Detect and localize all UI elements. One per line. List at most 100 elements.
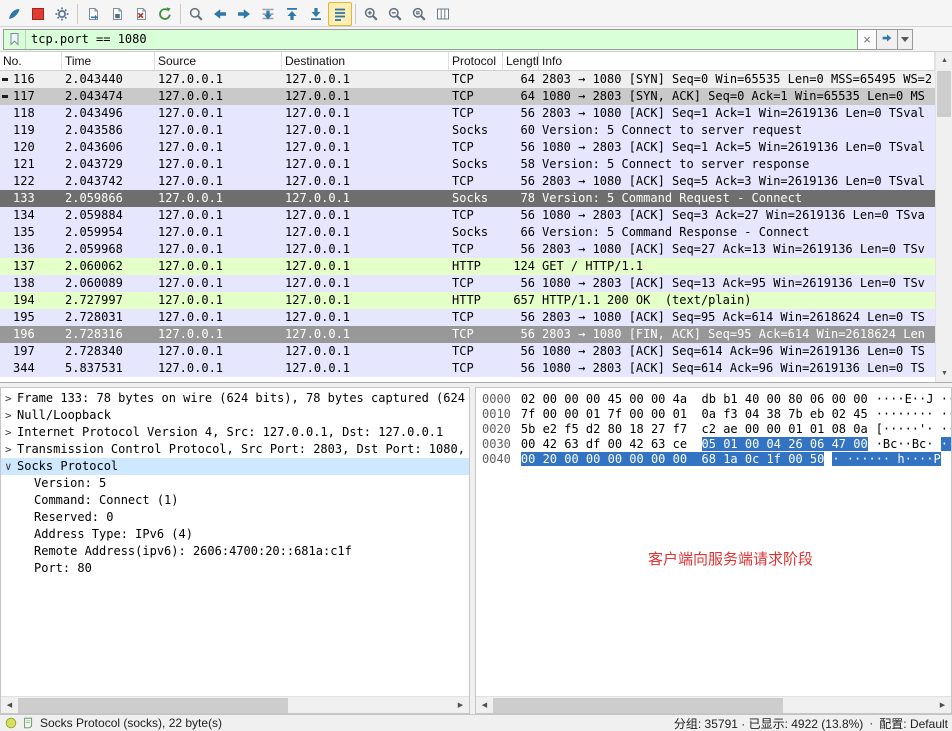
column-header-protocol[interactable]: Protocol xyxy=(449,52,503,70)
scroll-right-icon[interactable]: ▶ xyxy=(934,697,951,713)
hex-bytes: 7f 00 00 01 7f 00 00 01 0a f3 04 38 7b e… xyxy=(521,407,868,421)
cell-len: 58 xyxy=(503,156,539,173)
packet-row-135[interactable]: 1352.059954127.0.0.1127.0.0.1Socks66Vers… xyxy=(0,224,935,241)
packet-row-195[interactable]: 1952.728031127.0.0.1127.0.0.1TCP562803 →… xyxy=(0,309,935,326)
packet-row-137[interactable]: 1372.060062127.0.0.1127.0.0.1HTTP124GET … xyxy=(0,258,935,275)
filter-clear-button[interactable]: × xyxy=(858,29,877,50)
packet-row-344[interactable]: 3445.837531127.0.0.1127.0.0.1TCP561080 →… xyxy=(0,360,935,377)
packet-number: 135 xyxy=(0,224,62,241)
wireshark-window: tcp.port == 1080 × No.TimeSourceDestinat… xyxy=(0,0,952,731)
detail-line[interactable]: Port: 80 xyxy=(1,560,469,577)
find-packet-button[interactable] xyxy=(184,2,208,26)
go-last-button[interactable] xyxy=(304,2,328,26)
packet-row-196[interactable]: 1962.728316127.0.0.1127.0.0.1TCP562803 →… xyxy=(0,326,935,343)
column-header-no[interactable]: No. xyxy=(0,52,62,70)
bytes-scrollbar[interactable]: ◀ ▶ xyxy=(476,696,951,713)
scrollbar-thumb[interactable] xyxy=(937,71,951,117)
go-forward-button[interactable] xyxy=(232,2,256,26)
cell-proto: TCP xyxy=(449,139,503,156)
profile-name[interactable]: 配置: Default xyxy=(879,715,948,731)
go-first-button[interactable] xyxy=(280,2,304,26)
detail-line[interactable]: > Null/Loopback xyxy=(1,407,469,424)
details-scrollbar[interactable]: ◀ ▶ xyxy=(1,696,469,713)
open-file-button[interactable] xyxy=(81,2,105,26)
packet-row-138[interactable]: 1382.060089127.0.0.1127.0.0.1TCP561080 →… xyxy=(0,275,935,292)
detail-line[interactable]: >Frame 133: 78 bytes on wire (624 bits),… xyxy=(1,390,469,407)
column-header-source[interactable]: Source xyxy=(155,52,282,70)
capture-options-button[interactable] xyxy=(50,2,74,26)
zoom-out-button[interactable] xyxy=(383,2,407,26)
capture-comment-icon[interactable] xyxy=(22,716,36,730)
ascii-text: ····E··J ··@····· xyxy=(876,392,952,406)
collapsed-caret-icon[interactable]: > xyxy=(5,390,12,407)
packet-row-120[interactable]: 1202.043606127.0.0.1127.0.0.1TCP561080 →… xyxy=(0,139,935,156)
detail-line[interactable]: Reserved: 0 xyxy=(1,509,469,526)
cell-src: 127.0.0.1 xyxy=(155,309,282,326)
hex-row-0040[interactable]: 004000 20 00 00 00 00 00 00 68 1a 0c 1f … xyxy=(482,452,951,467)
scroll-left-icon[interactable]: ◀ xyxy=(476,697,493,713)
save-file-button[interactable] xyxy=(105,2,129,26)
detail-line[interactable]: Remote Address(ipv6): 2606:4700:20::681a… xyxy=(1,543,469,560)
expert-info-icon[interactable] xyxy=(4,716,18,730)
scroll-down-icon[interactable]: ▼ xyxy=(936,365,952,382)
scroll-right-icon[interactable]: ▶ xyxy=(452,697,469,713)
zoom-reset-button[interactable] xyxy=(407,2,431,26)
collapsed-caret-icon[interactable]: > xyxy=(5,407,12,424)
close-file-button[interactable] xyxy=(129,2,153,26)
detail-line[interactable]: Command: Connect (1) xyxy=(1,492,469,509)
detail-line[interactable]: ∨ Socks Protocol xyxy=(1,458,469,475)
packet-row-118[interactable]: 1182.043496127.0.0.1127.0.0.1TCP562803 →… xyxy=(0,105,935,122)
detail-line[interactable]: >Internet Protocol Version 4, Src: 127.0… xyxy=(1,424,469,441)
packet-list-scrollbar[interactable]: ▲ ▼ xyxy=(935,52,952,382)
detail-line[interactable]: >Transmission Control Protocol, Src Port… xyxy=(1,441,469,458)
collapsed-caret-icon[interactable]: > xyxy=(5,441,12,458)
packet-row-121[interactable]: 1212.043729127.0.0.1127.0.0.1Socks58Vers… xyxy=(0,156,935,173)
packet-row-116[interactable]: 1162.043440127.0.0.1127.0.0.1TCP642803 →… xyxy=(0,71,935,88)
expanded-caret-icon[interactable]: ∨ xyxy=(5,458,12,475)
detail-text: Null/Loopback xyxy=(17,408,111,422)
go-to-packet-button[interactable] xyxy=(256,2,280,26)
detail-line[interactable]: Version: 5 xyxy=(1,475,469,492)
cell-proto: TCP xyxy=(449,105,503,122)
hex-row-0010[interactable]: 00107f 00 00 01 7f 00 00 01 0a f3 04 38 … xyxy=(482,407,951,422)
start-capture-button[interactable] xyxy=(2,2,26,26)
scrollbar-thumb[interactable] xyxy=(493,698,783,713)
cell-dst: 127.0.0.1 xyxy=(282,241,449,258)
filter-bookmark-icon[interactable] xyxy=(4,30,26,49)
hex-row-0030[interactable]: 003000 42 63 df 00 42 63 ce 05 01 00 04 … xyxy=(482,437,951,452)
packet-counts: 分组: 35791 · 已显示: 4922 (13.8%) xyxy=(674,715,863,731)
hex-row-0020[interactable]: 00205b e2 f5 d2 80 18 27 f7 c2 ae 00 00 … xyxy=(482,422,951,437)
go-back-button[interactable] xyxy=(208,2,232,26)
detail-text: Remote Address(ipv6): 2606:4700:20::681a… xyxy=(34,544,352,558)
packet-row-119[interactable]: 1192.043586127.0.0.1127.0.0.1Socks60Vers… xyxy=(0,122,935,139)
stop-capture-button[interactable] xyxy=(26,2,50,26)
cell-src: 127.0.0.1 xyxy=(155,88,282,105)
packet-row-133[interactable]: 1332.059866127.0.0.1127.0.0.1Socks78Vers… xyxy=(0,190,935,207)
resize-columns-button[interactable] xyxy=(431,2,455,26)
packet-row-197[interactable]: 1972.728340127.0.0.1127.0.0.1TCP561080 →… xyxy=(0,343,935,360)
column-header-length[interactable]: Length xyxy=(503,52,539,70)
packet-row-117[interactable]: 1172.043474127.0.0.1127.0.0.1TCP641080 →… xyxy=(0,88,935,105)
auto-scroll-button[interactable] xyxy=(328,2,352,26)
detail-text: Socks Protocol xyxy=(17,459,118,473)
scroll-up-icon[interactable]: ▲ xyxy=(936,52,952,69)
reload-file-button[interactable] xyxy=(153,2,177,26)
collapsed-caret-icon[interactable]: > xyxy=(5,424,12,441)
packet-row-122[interactable]: 1222.043742127.0.0.1127.0.0.1TCP562803 →… xyxy=(0,173,935,190)
cell-dst: 127.0.0.1 xyxy=(282,224,449,241)
packet-row-194[interactable]: 1942.727997127.0.0.1127.0.0.1HTTP657HTTP… xyxy=(0,292,935,309)
column-header-info[interactable]: Info xyxy=(539,52,935,70)
scroll-left-icon[interactable]: ◀ xyxy=(1,697,18,713)
packet-row-134[interactable]: 1342.059884127.0.0.1127.0.0.1TCP561080 →… xyxy=(0,207,935,224)
column-header-destination[interactable]: Destination xyxy=(282,52,449,70)
hex-row-0000[interactable]: 000002 00 00 00 45 00 00 4a db b1 40 00 … xyxy=(482,392,951,407)
scrollbar-thumb[interactable] xyxy=(18,698,288,713)
packet-row-136[interactable]: 1362.059968127.0.0.1127.0.0.1TCP562803 →… xyxy=(0,241,935,258)
display-filter-field[interactable]: tcp.port == 1080 xyxy=(3,29,858,50)
filter-input[interactable]: tcp.port == 1080 xyxy=(26,32,147,46)
detail-line[interactable]: Address Type: IPv6 (4) xyxy=(1,526,469,543)
zoom-in-button[interactable] xyxy=(359,2,383,26)
filter-apply-button[interactable] xyxy=(877,29,898,50)
filter-dropdown-button[interactable] xyxy=(898,29,913,50)
column-header-time[interactable]: Time xyxy=(62,52,155,70)
